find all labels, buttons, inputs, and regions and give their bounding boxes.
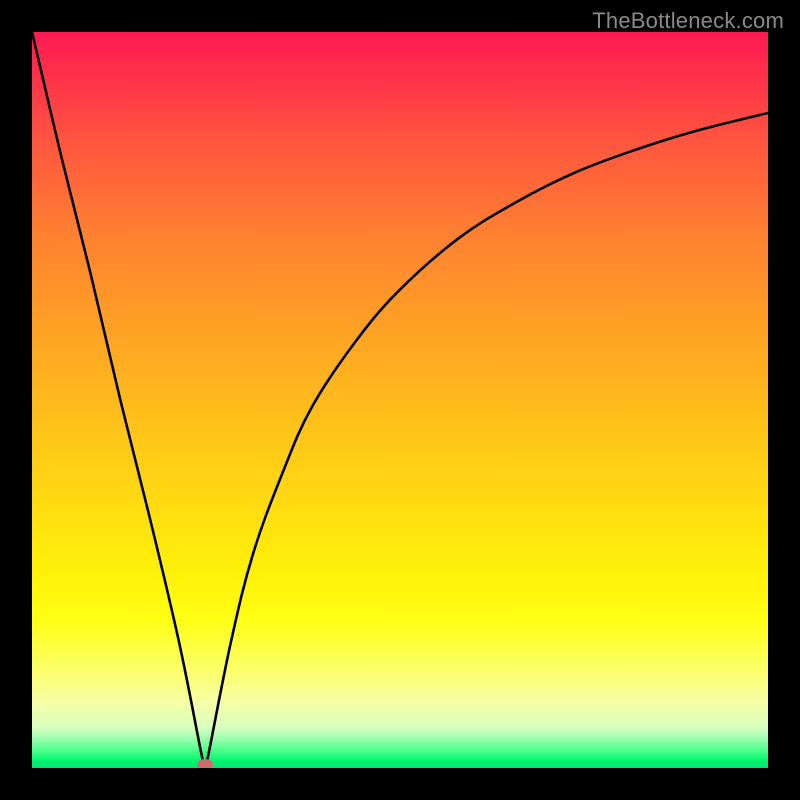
vertex-marker — [197, 759, 213, 768]
mismatch-curve — [32, 32, 768, 768]
chart-frame: TheBottleneck.com — [0, 0, 800, 800]
plot-area — [32, 32, 768, 768]
watermark-text: TheBottleneck.com — [592, 8, 784, 34]
